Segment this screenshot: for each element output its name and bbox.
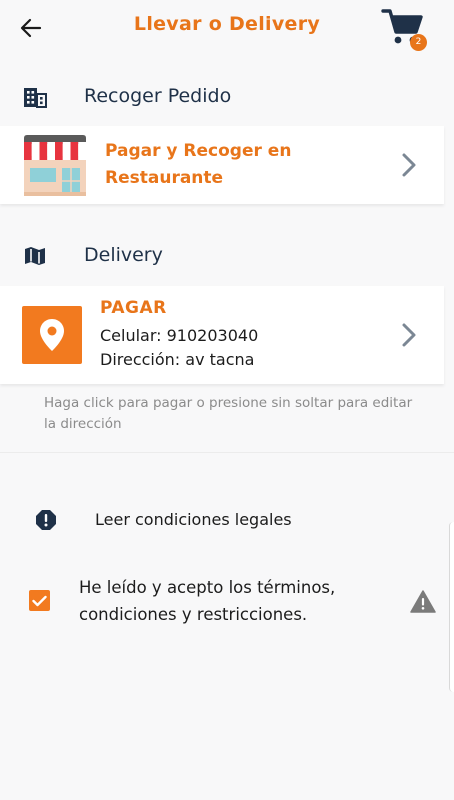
delivery-address: Dirección: av tacna xyxy=(100,350,255,369)
legal-conditions-link[interactable]: Leer condiciones legales xyxy=(0,500,454,540)
chevron-right-icon xyxy=(398,151,420,179)
pickup-option-title: Pagar y Recoger en Restaurante xyxy=(105,141,292,188)
delivery-heading-label: Delivery xyxy=(84,244,163,266)
cart-count-badge: 2 xyxy=(410,34,427,51)
alert-circle-icon xyxy=(36,510,56,530)
app-header: Llevar o Delivery 2 xyxy=(0,0,454,56)
accept-terms-label: He leído y acepto los términos, condicio… xyxy=(79,578,336,624)
phone-number: Celular: 910203040 xyxy=(100,326,259,345)
cart-button[interactable]: 2 xyxy=(380,6,432,51)
checkmark-icon xyxy=(32,595,47,606)
accept-terms-checkbox[interactable] xyxy=(29,590,50,611)
pay-label: PAGAR xyxy=(100,298,167,318)
map-icon xyxy=(22,244,48,268)
delivery-option-card[interactable]: PAGAR Celular: 910203040 Dirección: av t… xyxy=(0,286,444,384)
building-icon xyxy=(22,85,48,109)
legal-conditions-label: Leer condiciones legales xyxy=(95,510,292,529)
pickup-heading-label: Recoger Pedido xyxy=(84,85,232,107)
pickup-option-card[interactable]: Pagar y Recoger en Restaurante xyxy=(0,126,444,204)
chevron-right-icon xyxy=(398,321,420,349)
delivery-section-heading: Delivery xyxy=(0,236,454,276)
delivery-hint-text: Haga click para pagar o presione sin sol… xyxy=(44,395,413,432)
accept-terms-row: He leído y acepto los términos, condicio… xyxy=(0,572,454,628)
location-pin-icon xyxy=(22,306,82,364)
delivery-options-screen: Llevar o Delivery 2 Recoger Pedido Pagar… xyxy=(0,0,454,800)
pickup-section-heading: Recoger Pedido xyxy=(0,77,454,117)
warning-triangle-icon xyxy=(410,590,436,613)
storefront-icon xyxy=(24,135,86,196)
side-drawer-handle[interactable] xyxy=(449,522,454,692)
divider xyxy=(0,452,454,453)
